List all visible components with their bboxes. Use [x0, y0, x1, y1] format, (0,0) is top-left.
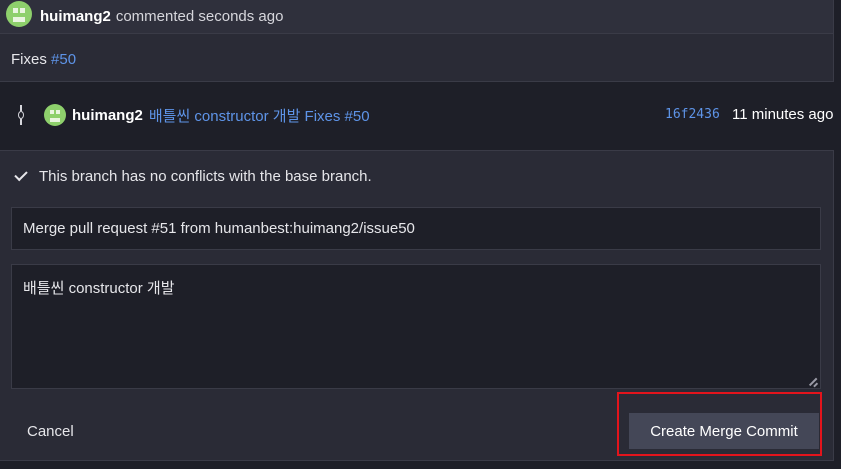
check-icon [14, 167, 28, 182]
cancel-button[interactable]: Cancel [27, 423, 74, 440]
comment-body: Fixes #50 [0, 34, 833, 68]
comment-card: huimang2 commented seconds ago Fixes #50 [0, 0, 834, 82]
comment-action: commented seconds ago [115, 8, 284, 25]
pull-request-view: huimang2 commented seconds ago Fixes #50… [0, 0, 841, 469]
create-merge-commit-button[interactable]: Create Merge Commit [629, 413, 819, 449]
avatar[interactable] [6, 0, 32, 27]
commit-avatar[interactable] [44, 104, 66, 126]
commit-sha[interactable]: 16f2436 [665, 107, 720, 122]
git-commit-icon [18, 105, 24, 125]
merge-status-text: This branch has no conflicts with the ba… [39, 168, 372, 185]
commit-author[interactable]: huimang2 [72, 107, 143, 124]
commit-time: 11 minutes ago [732, 106, 834, 123]
merge-status: This branch has no conflicts with the ba… [12, 167, 372, 185]
commit-row: huimang2 배틀씬 constructor 개발 Fixes #50 16… [0, 98, 841, 132]
merge-body-textarea[interactable]: 배틀씬 constructor 개발 [11, 264, 821, 389]
comment-author[interactable]: huimang2 [40, 8, 111, 25]
commit-message[interactable]: 배틀씬 constructor 개발 Fixes #50 [149, 105, 370, 126]
resize-handle-icon[interactable] [808, 376, 818, 386]
comment-body-text: Fixes [11, 51, 47, 68]
merge-title-input[interactable] [11, 207, 821, 250]
issue-link[interactable]: #50 [51, 51, 76, 68]
comment-header: huimang2 commented seconds ago [0, 0, 833, 34]
